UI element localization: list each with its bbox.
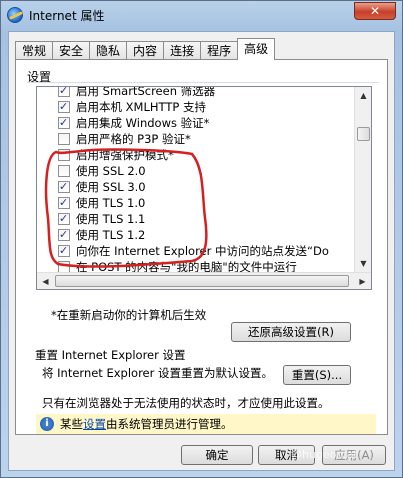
info-text: 某些设置由系统管理员进行管理。 — [60, 416, 233, 432]
tab-content[interactable]: 内容 — [126, 41, 165, 60]
setting-checkbox[interactable] — [58, 133, 70, 145]
settings-divider — [27, 82, 379, 83]
ok-button[interactable]: 确定 — [181, 445, 253, 465]
restore-advanced-button[interactable]: 还原高级设置(R) — [231, 322, 351, 342]
setting-checkbox[interactable] — [58, 211, 70, 227]
setting-row[interactable]: 使用 TLS 1.0 — [37, 195, 355, 211]
setting-row[interactable]: 启用严格的 P3P 验证* — [37, 131, 355, 147]
setting-checkbox[interactable] — [58, 227, 70, 243]
setting-row[interactable]: 使用 SSL 2.0 — [37, 163, 355, 179]
setting-label: 使用 SSL 3.0 — [76, 180, 146, 194]
setting-row[interactable]: 启用本机 XMLHTTP 支持 — [37, 99, 355, 115]
browser-unusable-note: 只有在浏览器处于无法使用的状态时，才应使用此设置。 — [42, 396, 330, 410]
setting-checkbox[interactable] — [58, 99, 70, 115]
dialog-body: 常规 安全 隐私 内容 连接 程序 高级 设置 启用 SmartScreen 筛… — [8, 31, 395, 471]
setting-label: 启用集成 Windows 验证* — [76, 116, 210, 130]
setting-checkbox[interactable] — [58, 165, 70, 177]
setting-row[interactable]: 启用 SmartScreen 筛选器 — [37, 86, 355, 99]
setting-label: 使用 SSL 2.0 — [76, 164, 146, 178]
setting-label: 使用 TLS 1.1 — [76, 212, 146, 226]
setting-checkbox[interactable] — [58, 243, 70, 259]
tab-general[interactable]: 常规 — [15, 41, 54, 60]
setting-checkbox[interactable] — [58, 115, 70, 131]
setting-label: 使用 TLS 1.0 — [76, 196, 146, 210]
setting-label: 启用增强保护模式* — [76, 148, 174, 162]
tab-strip: 常规 安全 隐私 内容 连接 程序 高级 — [15, 38, 276, 60]
advanced-panel: 设置 启用 SmartScreen 筛选器启用本机 XMLHTTP 支持启用集成… — [15, 59, 388, 435]
horizontal-scroll-thumb[interactable] — [55, 275, 349, 287]
internet-properties-window: Internet 属性 ✕ 常规 安全 隐私 内容 连接 程序 高级 设置 启用… — [0, 0, 403, 478]
managed-settings-infobar: i 某些设置由系统管理员进行管理。 — [36, 414, 376, 434]
setting-row[interactable]: 向你在 Internet Explorer 中访问的站点发送“Do — [37, 243, 355, 259]
info-suffix: 由系统管理员进行管理。 — [106, 417, 233, 431]
setting-row[interactable]: 启用增强保护模式* — [37, 147, 355, 163]
internet-explorer-icon — [7, 7, 23, 23]
setting-label: 启用本机 XMLHTTP 支持 — [76, 100, 206, 114]
setting-label: 使用 TLS 1.2 — [76, 228, 146, 242]
scroll-left-icon[interactable]: ◀ — [37, 273, 54, 289]
setting-label: 向你在 Internet Explorer 中访问的站点发送“Do — [76, 244, 329, 258]
setting-label: 启用严格的 P3P 验证* — [76, 132, 191, 146]
setting-row[interactable]: 使用 SSL 3.0 — [37, 179, 355, 195]
horizontal-scrollbar[interactable]: ◀ ▶ — [37, 272, 371, 289]
reset-button[interactable]: 重置(S)... — [283, 365, 351, 385]
setting-row[interactable]: 使用 TLS 1.2 — [37, 227, 355, 243]
setting-label: 启用 SmartScreen 筛选器 — [76, 86, 216, 98]
scroll-down-icon[interactable]: ▼ — [355, 255, 371, 272]
info-prefix: 某些 — [60, 417, 83, 431]
vertical-scrollbar[interactable]: ▲ ▼ — [354, 87, 371, 272]
setting-checkbox[interactable] — [58, 179, 70, 195]
settings-list-items: 启用 SmartScreen 筛选器启用本机 XMLHTTP 支持启用集成 Wi… — [37, 86, 355, 275]
setting-checkbox[interactable] — [58, 195, 70, 211]
settings-list[interactable]: 启用 SmartScreen 筛选器启用本机 XMLHTTP 支持启用集成 Wi… — [36, 86, 372, 290]
setting-row[interactable]: 使用 TLS 1.1 — [37, 211, 355, 227]
close-button[interactable]: ✕ — [354, 2, 396, 20]
reset-section-title: 重置 Internet Explorer 设置 — [35, 348, 186, 362]
title-bar[interactable]: Internet 属性 ✕ — [1, 1, 402, 29]
scroll-up-icon[interactable]: ▲ — [355, 87, 371, 104]
tab-security[interactable]: 安全 — [52, 41, 91, 60]
tab-connections[interactable]: 连接 — [163, 41, 202, 60]
reset-description: 将 Internet Explorer 设置重置为默认设置。 — [42, 366, 274, 380]
setting-row[interactable]: 启用集成 Windows 验证* — [37, 115, 355, 131]
tab-programs[interactable]: 程序 — [200, 41, 239, 60]
setting-checkbox[interactable] — [58, 149, 70, 161]
scroll-right-icon[interactable]: ▶ — [354, 273, 371, 289]
tab-advanced[interactable]: 高级 — [237, 38, 276, 60]
watermark: @hugeorcat — [291, 448, 358, 461]
tab-privacy[interactable]: 隐私 — [89, 41, 128, 60]
setting-checkbox[interactable] — [58, 87, 70, 99]
settings-link[interactable]: 设置 — [83, 417, 106, 431]
info-icon: i — [40, 417, 54, 431]
restart-note: *在重新启动你的计算机后生效 — [51, 308, 207, 322]
window-title: Internet 属性 — [29, 9, 105, 23]
scroll-thumb[interactable] — [357, 127, 370, 141]
